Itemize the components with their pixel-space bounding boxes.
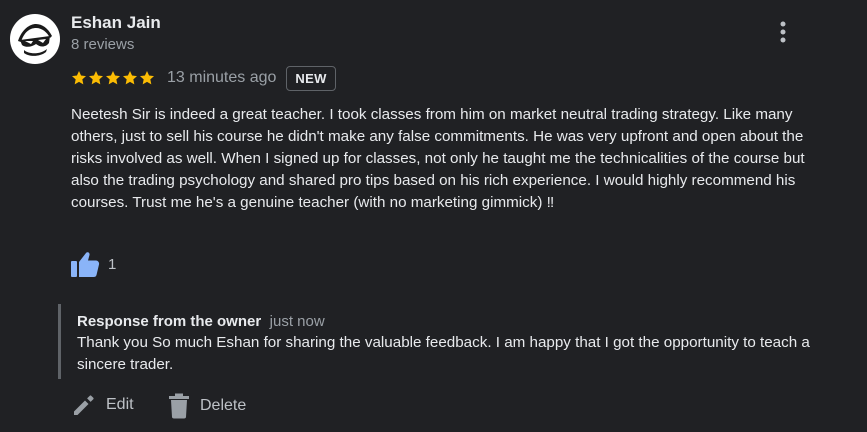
more-vert-icon (780, 21, 786, 43)
edit-button[interactable]: Edit (72, 393, 134, 417)
more-options-button[interactable] (768, 16, 798, 48)
reviewer-name[interactable]: Eshan Jain (71, 13, 161, 33)
owner-response-title: Response from the owner (77, 313, 262, 330)
star-icon (140, 71, 154, 85)
new-badge: NEW (286, 65, 336, 91)
edit-label: Edit (106, 396, 134, 413)
delete-button[interactable]: Delete (168, 393, 246, 419)
delete-label: Delete (200, 397, 247, 414)
owner-response: Response from the owner just now Thank y… (58, 304, 818, 379)
like-count: 1 (108, 255, 117, 273)
pencil-icon (74, 395, 94, 415)
trash-icon (169, 393, 189, 419)
review-time: 13 minutes ago (167, 69, 277, 86)
owner-response-text: Thank you So much Eshan for sharing the … (77, 334, 810, 373)
thumb-up-icon (71, 252, 100, 277)
star-icon (72, 71, 86, 85)
star-icon (106, 71, 120, 85)
like-button[interactable]: 1 (70, 250, 116, 278)
star-icon (123, 71, 137, 85)
review-card: Eshan Jain 8 reviews 13 minutes ago NEW … (0, 0, 867, 432)
rating-row: 13 minutes ago NEW (71, 64, 336, 92)
avatar-logo-icon (11, 15, 59, 63)
owner-response-time: just now (269, 313, 325, 330)
star-icon (89, 71, 103, 85)
avatar[interactable] (10, 14, 60, 64)
owner-response-header: Response from the owner just now (77, 313, 818, 331)
review-text: Neetesh Sir is indeed a great teacher. I… (71, 106, 805, 211)
reviewer-review-count: 8 reviews (71, 36, 135, 53)
star-rating (71, 70, 155, 86)
